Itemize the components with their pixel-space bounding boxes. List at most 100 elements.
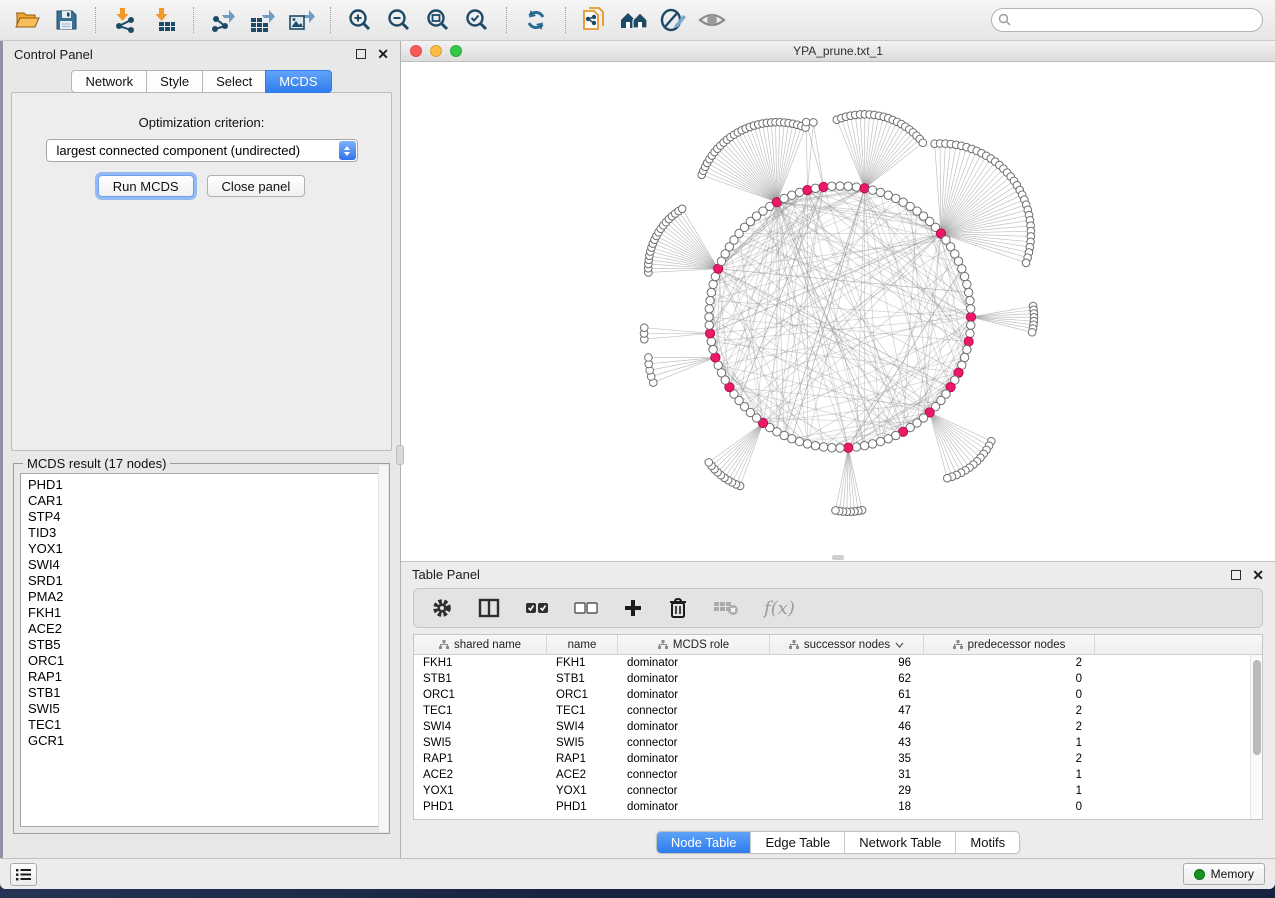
mcds-result-item[interactable]: TEC1 <box>28 717 375 733</box>
toolbar-separator <box>330 7 331 33</box>
table-row[interactable]: RAP1RAP1dominator352 <box>414 751 1262 767</box>
table-scrollbar-thumb[interactable] <box>1253 660 1261 755</box>
table-row[interactable]: SWI5SWI5connector431 <box>414 735 1262 751</box>
eye-icon[interactable] <box>697 6 727 34</box>
deselect-all-columns-icon[interactable] <box>574 601 598 615</box>
mcds-list-scrollbar[interactable] <box>378 465 388 832</box>
delete-column-icon[interactable] <box>668 597 688 619</box>
network-window-titlebar[interactable]: YPA_prune.txt_1 <box>401 41 1275 62</box>
zoom-selected-icon[interactable] <box>462 6 492 34</box>
run-mcds-button[interactable]: Run MCDS <box>98 175 194 197</box>
vertical-splitter-handle[interactable] <box>396 445 404 465</box>
network-canvas[interactable] <box>401 62 1275 561</box>
zoom-out-icon[interactable] <box>384 6 414 34</box>
column-header-name[interactable]: name <box>547 635 618 654</box>
share-document-icon[interactable] <box>580 6 610 34</box>
mcds-result-item[interactable]: SWI5 <box>28 701 375 717</box>
close-panel-icon[interactable]: ✕ <box>377 49 389 59</box>
network-window-title: YPA_prune.txt_1 <box>401 44 1275 58</box>
zoom-fit-icon[interactable] <box>423 6 453 34</box>
close-panel-button[interactable]: Close panel <box>207 175 306 197</box>
add-column-icon[interactable] <box>623 598 643 618</box>
float-table-panel-icon[interactable] <box>1231 570 1241 580</box>
refresh-icon[interactable] <box>521 6 551 34</box>
column-header-shared-name[interactable]: shared name <box>414 635 547 654</box>
settings-gear-icon[interactable] <box>431 597 453 619</box>
export-image-icon[interactable] <box>286 6 316 34</box>
float-panel-icon[interactable] <box>356 49 366 59</box>
table-row[interactable]: FKH1FKH1dominator962 <box>414 655 1262 671</box>
optimization-criterion-select[interactable]: largest connected component (undirected) <box>46 139 358 162</box>
tab-network-table[interactable]: Network Table <box>845 832 956 853</box>
mcds-result-item[interactable]: STP4 <box>28 509 375 525</box>
minimize-window-icon[interactable] <box>430 45 442 57</box>
mcds-result-box: MCDS result (17 nodes) PHD1CAR1STP4TID3Y… <box>13 463 390 834</box>
column-header-MCDS-role[interactable]: MCDS role <box>618 635 770 654</box>
export-network-icon[interactable] <box>208 6 238 34</box>
mcds-result-item[interactable]: YOX1 <box>28 541 375 557</box>
optimization-label: Optimization criterion: <box>12 115 391 130</box>
mcds-result-item[interactable]: RAP1 <box>28 669 375 685</box>
table-scrollbar[interactable] <box>1250 655 1262 819</box>
table-row[interactable]: PHD1PHD1dominator180 <box>414 799 1262 815</box>
mcds-result-item[interactable]: FKH1 <box>28 605 375 621</box>
toolbar-separator <box>193 7 194 33</box>
toolbar-separator <box>565 7 566 33</box>
mcds-result-item[interactable]: STB5 <box>28 637 375 653</box>
table-row[interactable]: ORC1ORC1dominator610 <box>414 687 1262 703</box>
tab-mcds[interactable]: MCDS <box>265 70 331 93</box>
memory-button[interactable]: Memory <box>1183 863 1265 885</box>
mcds-panel: Optimization criterion: largest connecte… <box>11 92 392 451</box>
graph-satellite-nodes[interactable] <box>640 111 1038 516</box>
tab-motifs[interactable]: Motifs <box>956 832 1019 853</box>
import-network-icon[interactable] <box>110 6 140 34</box>
mcds-result-item[interactable]: ORC1 <box>28 653 375 669</box>
mcds-result-item[interactable]: TID3 <box>28 525 375 541</box>
export-table-icon[interactable] <box>247 6 277 34</box>
import-table-icon[interactable] <box>149 6 179 34</box>
maximize-window-icon[interactable] <box>450 45 462 57</box>
tab-style[interactable]: Style <box>146 70 202 93</box>
table-row[interactable]: TEC1TEC1connector472 <box>414 703 1262 719</box>
column-header-predecessor-nodes[interactable]: predecessor nodes <box>924 635 1095 654</box>
houses-icon[interactable] <box>619 6 649 34</box>
mcds-result-item[interactable]: SRD1 <box>28 573 375 589</box>
tab-select[interactable]: Select <box>202 70 265 93</box>
tab-network[interactable]: Network <box>71 70 146 93</box>
column-header-successor-nodes[interactable]: successor nodes <box>770 635 924 654</box>
network-graph[interactable] <box>401 62 1272 556</box>
table-tabs: Node TableEdge TableNetwork TableMotifs <box>656 831 1020 854</box>
search-icon <box>998 13 1011 26</box>
search-input[interactable] <box>991 8 1263 32</box>
table-row[interactable]: SWI4SWI4dominator462 <box>414 719 1262 735</box>
mcds-result-item[interactable]: PHD1 <box>28 477 375 493</box>
horizontal-splitter-handle[interactable] <box>832 555 844 560</box>
mcds-result-item[interactable]: PMA2 <box>28 589 375 605</box>
tab-node-table[interactable]: Node Table <box>657 832 752 853</box>
mcds-result-item[interactable]: CAR1 <box>28 493 375 509</box>
table-body: FKH1FKH1dominator962STB1STB1dominator620… <box>414 655 1262 815</box>
table-panel-title: Table Panel <box>412 567 480 582</box>
mcds-result-item[interactable]: STB1 <box>28 685 375 701</box>
mcds-result-item[interactable]: ACE2 <box>28 621 375 637</box>
folder-open-icon[interactable] <box>12 6 42 34</box>
split-columns-icon[interactable] <box>478 598 500 618</box>
zoom-in-icon[interactable] <box>345 6 375 34</box>
close-table-panel-icon[interactable]: ✕ <box>1252 570 1264 580</box>
mcds-result-item[interactable]: SWI4 <box>28 557 375 573</box>
table-row[interactable]: STB1STB1dominator620 <box>414 671 1262 687</box>
memory-label: Memory <box>1211 867 1254 881</box>
pen-slash-icon[interactable] <box>658 6 688 34</box>
table-row[interactable]: ACE2ACE2connector311 <box>414 767 1262 783</box>
select-all-columns-icon[interactable] <box>525 601 549 615</box>
status-bar: Memory <box>0 858 1275 889</box>
save-icon[interactable] <box>51 6 81 34</box>
task-history-button[interactable] <box>10 863 37 886</box>
mcds-result-item[interactable]: GCR1 <box>28 733 375 749</box>
chevron-down-icon <box>895 642 904 648</box>
table-row[interactable]: YOX1YOX1connector291 <box>414 783 1262 799</box>
close-window-icon[interactable] <box>410 45 422 57</box>
select-stepper-icon <box>339 141 356 160</box>
mcds-result-list[interactable]: PHD1CAR1STP4TID3YOX1SWI4SRD1PMA2FKH1ACE2… <box>20 473 383 827</box>
tab-edge-table[interactable]: Edge Table <box>751 832 845 853</box>
